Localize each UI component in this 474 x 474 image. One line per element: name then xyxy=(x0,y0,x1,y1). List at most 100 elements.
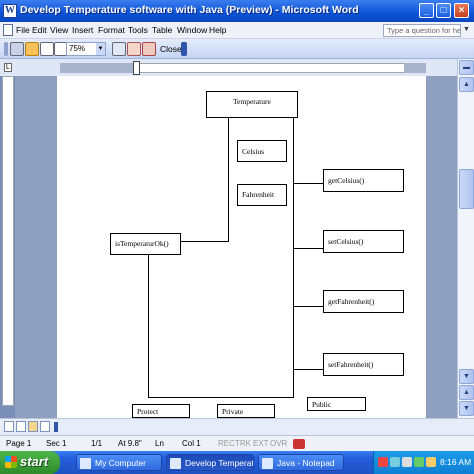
task-label: Develop Temperature... xyxy=(185,458,254,468)
public-box: Public xyxy=(307,397,366,411)
scroll-up-icon[interactable]: ▲ xyxy=(459,77,474,92)
tab-selector-icon[interactable]: L xyxy=(4,63,12,72)
menu-window[interactable]: Window xyxy=(177,25,207,35)
close-button[interactable]: × xyxy=(454,3,469,18)
toolbar: 75% ▼ Close xyxy=(0,39,474,59)
document-icon[interactable] xyxy=(3,24,13,36)
connector-line xyxy=(294,248,323,249)
split-handle-icon[interactable]: ▬ xyxy=(459,60,474,75)
status-at: At 9.8" xyxy=(118,439,142,448)
clock[interactable]: 8:16 AM xyxy=(440,457,471,467)
web-layout-icon[interactable] xyxy=(16,421,26,432)
title-bar: W Develop Temperature software with Java… xyxy=(0,0,474,22)
help-search-input[interactable]: Type a question for help xyxy=(383,24,461,37)
indent-marker-icon[interactable] xyxy=(133,61,140,75)
toolbar-grip-icon[interactable] xyxy=(4,42,8,56)
print-layout-icon[interactable] xyxy=(28,421,38,432)
status-rec[interactable]: REC xyxy=(218,439,235,448)
menu-help[interactable]: Help xyxy=(209,25,226,35)
window-title: Develop Temperature software with Java (… xyxy=(20,4,359,16)
normal-view-icon[interactable] xyxy=(4,421,14,432)
scroll-thumb[interactable] xyxy=(459,169,474,209)
spelling-status-icon[interactable] xyxy=(293,439,305,449)
ruler-left-margin xyxy=(60,63,137,73)
zoom-select[interactable]: 75% ▼ xyxy=(66,42,106,56)
menu-edit[interactable]: Edit xyxy=(32,25,47,35)
menu-table[interactable]: Table xyxy=(152,25,172,35)
is-temperature-ok-box: isTemperaturOk() xyxy=(110,233,181,255)
chevron-down-icon[interactable]: ▼ xyxy=(96,43,105,55)
taskbar-my-computer[interactable]: My Computer xyxy=(76,454,162,471)
temperature-box: Temperature xyxy=(206,91,298,118)
connector-line xyxy=(294,183,323,184)
status-column: Col 1 xyxy=(182,439,201,448)
close-preview-button[interactable]: Close xyxy=(160,42,182,56)
computer-icon xyxy=(80,458,91,469)
ruler-area: L xyxy=(0,59,474,76)
status-ovr[interactable]: OVR xyxy=(270,439,287,448)
celsius-box: Celsius xyxy=(237,140,287,162)
connector-line xyxy=(294,306,323,307)
status-line: Ln xyxy=(155,439,164,448)
menu-tools[interactable]: Tools xyxy=(128,25,148,35)
status-bar: Page 1 Sec 1 1/1 At 9.8" Ln Col 1 REC TR… xyxy=(0,435,474,451)
maximize-button[interactable]: □ xyxy=(436,3,451,18)
ruler-right-margin xyxy=(404,63,426,73)
vertical-scrollbar[interactable]: ▬ ▲ ▼ ▲ ▼ xyxy=(457,59,474,419)
taskbar-word-document[interactable]: Develop Temperature... xyxy=(166,454,254,471)
connector-line xyxy=(293,118,294,398)
security-icon[interactable] xyxy=(378,457,388,467)
windows-logo-icon xyxy=(5,456,17,468)
taskbar-notepad[interactable]: Java - Notepad xyxy=(258,454,344,471)
fahrenheit-box: Fahrenheit xyxy=(237,184,287,206)
menu-bar: File Edit View Insert Format Tools Table… xyxy=(0,22,474,39)
connector-line xyxy=(148,254,149,398)
next-page-icon[interactable]: ▼ xyxy=(459,401,474,416)
menu-insert[interactable]: Insert xyxy=(72,25,93,35)
start-label: start xyxy=(20,454,49,469)
print-icon[interactable] xyxy=(10,42,24,56)
view-ruler-icon[interactable] xyxy=(112,42,126,56)
zoom-value: 75% xyxy=(69,44,86,53)
shrink-to-fit-icon[interactable] xyxy=(127,42,141,56)
start-button[interactable]: start xyxy=(0,451,60,474)
task-label: My Computer xyxy=(95,458,147,468)
view-bar xyxy=(0,418,474,435)
status-page: Page 1 xyxy=(6,439,32,448)
notepad-icon xyxy=(262,458,273,469)
previous-page-icon[interactable]: ▲ xyxy=(459,385,474,400)
network-icon[interactable] xyxy=(390,457,400,467)
minimize-button[interactable]: _ xyxy=(419,3,434,18)
scroll-left-icon[interactable] xyxy=(54,422,58,432)
outline-view-icon[interactable] xyxy=(40,421,50,432)
get-fahrenheit-box: getFahrenheit() xyxy=(323,290,404,313)
one-page-icon[interactable] xyxy=(40,42,54,56)
tray-app-icon[interactable] xyxy=(426,457,436,467)
set-celsius-box: setCelsius() xyxy=(323,230,404,253)
vertical-ruler[interactable] xyxy=(2,76,14,406)
full-screen-icon[interactable] xyxy=(142,42,156,56)
get-celsius-box: getCelsius() xyxy=(323,169,404,192)
magnifier-icon[interactable] xyxy=(25,42,39,56)
protect-box: Protect xyxy=(132,404,190,418)
connector-line xyxy=(148,397,294,398)
chevron-down-icon[interactable]: ▼ xyxy=(463,26,470,33)
status-ext[interactable]: EXT xyxy=(253,439,269,448)
word-icon[interactable]: W xyxy=(3,4,17,18)
taskbar: start My Computer Develop Temperature...… xyxy=(0,451,474,474)
connector-line xyxy=(294,369,323,370)
set-fahrenheit-box: setFahrenheit() xyxy=(323,353,404,376)
connector-line xyxy=(228,118,229,242)
status-pages: 1/1 xyxy=(91,439,103,448)
menu-file[interactable]: File xyxy=(16,25,30,35)
word-icon xyxy=(170,458,181,469)
menu-format[interactable]: Format xyxy=(98,25,125,35)
scroll-down-icon[interactable]: ▼ xyxy=(459,369,474,384)
menu-view[interactable]: View xyxy=(50,25,68,35)
tray-app-icon[interactable] xyxy=(414,457,424,467)
status-trk[interactable]: TRK xyxy=(235,439,251,448)
private-box: Private xyxy=(217,404,275,418)
volume-icon[interactable] xyxy=(402,457,412,467)
status-section: Sec 1 xyxy=(46,439,67,448)
toolbar-options-icon[interactable] xyxy=(181,42,187,56)
